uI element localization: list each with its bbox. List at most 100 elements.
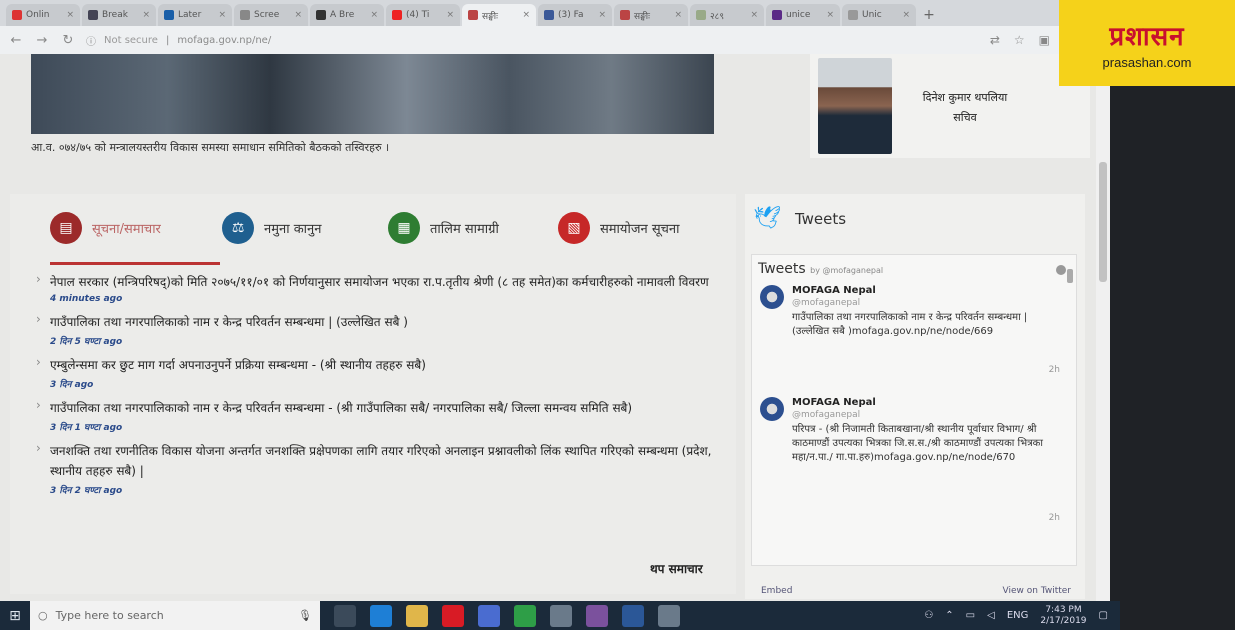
favicon-icon <box>240 10 250 20</box>
close-tab-icon[interactable]: × <box>66 10 74 20</box>
close-tab-icon[interactable]: × <box>142 10 150 20</box>
word-icon[interactable] <box>622 604 644 627</box>
notification-icon[interactable]: ▢ <box>1099 610 1108 621</box>
browser-tab[interactable]: unice × <box>766 4 840 26</box>
tweet-age[interactable]: 2h <box>1049 513 1060 523</box>
close-tab-icon[interactable]: × <box>294 10 302 20</box>
tab-title: (3) Fa <box>558 10 584 20</box>
news-time: 3 दिन 1 घण्टा ago <box>50 423 123 433</box>
address-bar[interactable]: ⓘ Not secure | mofaga.gov.np/ne/ <box>86 29 980 51</box>
info-icon[interactable] <box>1056 265 1066 275</box>
tab-news[interactable]: ▤ सूचना/समाचार <box>50 212 161 244</box>
close-tab-icon[interactable]: × <box>826 10 834 20</box>
close-tab-icon[interactable]: × <box>218 10 226 20</box>
new-tab-button[interactable]: + <box>918 4 940 26</box>
tweet-age[interactable]: 2h <box>1049 365 1060 375</box>
browser-tab[interactable]: (3) Fa × <box>538 4 612 26</box>
people-icon[interactable]: ⚇ <box>924 610 933 621</box>
favicon-icon <box>620 10 630 20</box>
close-tab-icon[interactable]: × <box>522 10 530 20</box>
security-label: Not secure <box>104 34 158 46</box>
viber-icon[interactable] <box>586 604 608 627</box>
favicon-icon <box>164 10 174 20</box>
news-link[interactable]: एम्बुलेन्समा कर छुट माग गर्दा अपनाउनुपर्… <box>50 355 724 375</box>
avatar[interactable] <box>760 285 784 309</box>
microphone-icon[interactable]: 🎙 <box>298 609 312 622</box>
back-icon[interactable]: ← <box>8 33 24 48</box>
windows-start-icon[interactable]: ⊞ <box>0 601 30 630</box>
tab-training-material[interactable]: ▦ तालिम सामाग्री <box>388 212 499 244</box>
news-link[interactable]: गाउँपालिका तथा नगरपालिकाको नाम र केन्द्र… <box>50 312 724 332</box>
translate-icon[interactable]: ⇄ <box>990 33 1000 47</box>
page-scrollbar[interactable] <box>1096 54 1110 601</box>
tab-strip: Onlin × Break × Later × Scree × A Bre × (4) Ti × सङ्… <box>0 0 1110 26</box>
close-tab-icon[interactable]: × <box>902 10 910 20</box>
scroll-thumb[interactable] <box>1099 162 1107 282</box>
forward-icon[interactable]: → <box>34 33 50 48</box>
meeting-photo <box>31 54 714 134</box>
tweet-author[interactable]: MOFAGA Nepal <box>792 285 876 296</box>
edge-icon[interactable] <box>370 604 392 627</box>
tweets-heading: Tweets <box>794 209 847 228</box>
browser-tab[interactable]: Scree × <box>234 4 308 26</box>
twitter-bird-icon: 🕊 <box>753 206 781 231</box>
browser-tab[interactable]: Later × <box>158 4 232 26</box>
tab-title: सङ्घीः <box>482 11 498 22</box>
document-icon: ▧ <box>558 212 590 244</box>
network-icon[interactable]: ▭ <box>966 610 975 621</box>
taskbar-search[interactable]: ○ Type here to search 🎙 <box>30 601 320 630</box>
news-link[interactable]: जनशक्ति तथा रणनीतिक विकास योजना अन्तर्गत… <box>50 441 724 481</box>
widget-byline[interactable]: by @mofaganepal <box>810 266 883 275</box>
secretary-title: सचिव <box>953 111 977 124</box>
explorer-icon[interactable] <box>406 604 428 627</box>
avatar[interactable] <box>760 397 784 421</box>
widget-scrollbar[interactable] <box>1066 263 1074 559</box>
close-tab-icon[interactable]: × <box>446 10 454 20</box>
system-tray: ⚇ ⌃ ▭ ◁ ENG 7:43 PM 2/17/2019 ▢ <box>924 605 1120 627</box>
tweet-author[interactable]: MOFAGA Nepal <box>792 397 876 408</box>
scroll-thumb[interactable] <box>1067 269 1073 283</box>
more-news-link[interactable]: थप समाचार <box>650 560 703 577</box>
browser-tab[interactable]: A Bre × <box>310 4 384 26</box>
secretary-name: दिनेश कुमार थपलिया <box>922 91 1008 104</box>
browser-tab[interactable]: Onlin × <box>6 4 80 26</box>
chevron-up-icon[interactable]: ⌃ <box>945 610 953 621</box>
news-panel: ▤ सूचना/समाचार ⚖ नमुना कानुन ▦ तालिम साम… <box>10 194 736 594</box>
browser-tab[interactable]: सङ्घीः × <box>614 4 688 26</box>
chrome-icon[interactable] <box>514 604 536 627</box>
tab-title: Scree <box>254 10 280 20</box>
tab-adjustment-notice[interactable]: ▧ समायोजन सूचना <box>558 212 679 244</box>
browser-tab[interactable]: सङ्घीः × <box>462 4 536 26</box>
opera-icon[interactable] <box>442 604 464 627</box>
mail-icon[interactable] <box>550 604 572 627</box>
view-on-twitter-link[interactable]: View on Twitter <box>1003 586 1071 596</box>
extension-icon[interactable]: ▣ <box>1039 33 1050 47</box>
close-tab-icon[interactable]: × <box>370 10 378 20</box>
close-tab-icon[interactable]: × <box>598 10 606 20</box>
browser-tab[interactable]: Break × <box>82 4 156 26</box>
reload-icon[interactable]: ↻ <box>60 33 76 48</box>
task-view-icon[interactable] <box>334 604 356 627</box>
close-tab-icon[interactable]: × <box>674 10 682 20</box>
browser-tab[interactable]: Unic × <box>842 4 916 26</box>
browser-tab[interactable]: २८९ × <box>690 4 764 26</box>
embed-link[interactable]: Embed <box>761 586 792 596</box>
store-icon[interactable] <box>478 604 500 627</box>
tweet: MOFAGA Nepal @mofaganepal परिपत्र - (श्र… <box>760 397 1060 537</box>
app-icon[interactable] <box>658 604 680 627</box>
bookmark-star-icon[interactable]: ☆ <box>1014 33 1025 47</box>
tab-model-law[interactable]: ⚖ नमुना कानुन <box>222 212 322 244</box>
close-tab-icon[interactable]: × <box>750 10 758 20</box>
news-time: 3 दिन ago <box>50 380 94 390</box>
pinned-apps <box>334 604 680 627</box>
tweet-handle[interactable]: @mofaganepal <box>792 298 860 308</box>
news-link[interactable]: नेपाल सरकार (मन्त्रिपरिषद्)को मिति २०७५/… <box>50 272 724 292</box>
browser-tab[interactable]: (4) Ti × <box>386 4 460 26</box>
news-link[interactable]: गाउँपालिका तथा नगरपालिकाको नाम र केन्द्र… <box>50 398 724 418</box>
volume-icon[interactable]: ◁ <box>987 610 995 621</box>
url-text[interactable]: mofaga.gov.np/ne/ <box>177 35 271 46</box>
info-icon[interactable]: ⓘ <box>86 33 96 48</box>
language-indicator[interactable]: ENG <box>1007 610 1029 621</box>
clock[interactable]: 7:43 PM 2/17/2019 <box>1040 605 1086 627</box>
tweet-handle[interactable]: @mofaganepal <box>792 410 860 420</box>
